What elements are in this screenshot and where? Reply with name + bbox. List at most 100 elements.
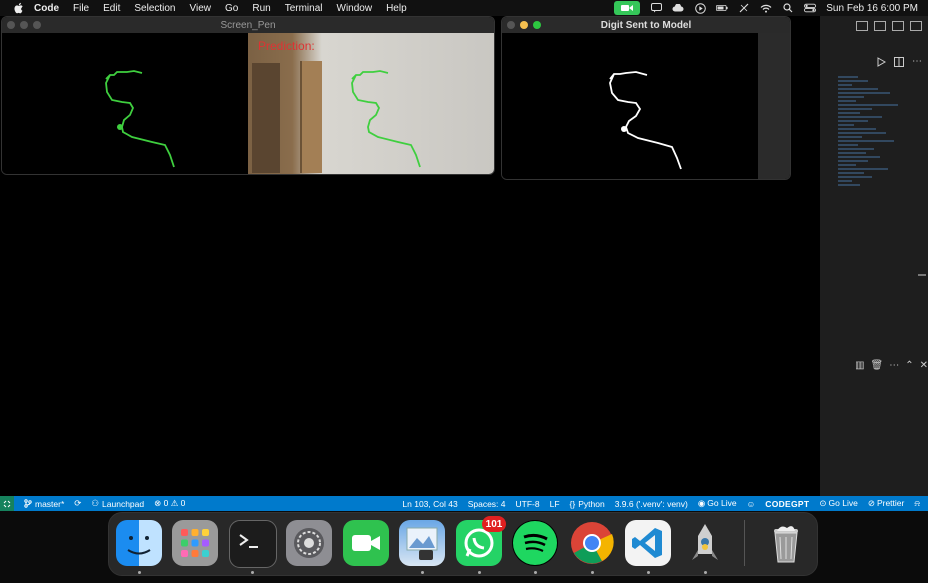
python-launcher-running-dot [704, 571, 707, 574]
run-icon[interactable] [877, 56, 886, 67]
remote-indicator-icon[interactable] [0, 496, 14, 511]
check-double-icon: ⊘ [867, 498, 875, 508]
vscode-running-dot [647, 571, 650, 574]
panel-toggle-icon[interactable] [892, 21, 904, 31]
drawn-digit-stroke [105, 70, 175, 168]
screen-pen-title: Screen_Pen [220, 19, 276, 31]
facetime-indicator-icon[interactable] [614, 1, 641, 15]
pen-off-icon[interactable] [738, 2, 750, 14]
play-circle-icon[interactable] [694, 2, 706, 14]
menu-help[interactable]: Help [386, 3, 407, 14]
panel-more-icon[interactable]: ⋯ [889, 360, 899, 371]
preview-icon[interactable] [399, 520, 445, 566]
go-live-item-2[interactable]: ⊙ Go Live [819, 498, 857, 509]
chat-icon[interactable] [650, 2, 662, 14]
finder-running-dot [138, 571, 141, 574]
spotify-icon[interactable] [512, 520, 558, 566]
panel-split-icon[interactable]: ▥ [855, 360, 864, 371]
digit-stroke [609, 71, 682, 170]
vscode-right-pane: ⋯ ▥ 🗑 ⋯ ⌃ ✕ [820, 16, 928, 496]
menu-go[interactable]: Go [225, 3, 238, 14]
menu-file[interactable]: File [73, 3, 89, 14]
digit-titlebar[interactable]: Digit Sent to Model [502, 17, 790, 33]
indentation[interactable]: Spaces: 4 [468, 499, 506, 509]
encoding[interactable]: UTF-8 [516, 499, 540, 509]
whatsapp-running-dot [478, 571, 481, 574]
digit-window-title: Digit Sent to Model [600, 19, 692, 31]
trash-bin-icon[interactable] [763, 520, 809, 566]
battery-icon[interactable] [716, 2, 728, 14]
minimap[interactable] [838, 76, 908, 246]
editor-actions: ⋯ [877, 56, 922, 67]
launchpad-icon[interactable] [172, 520, 218, 566]
git-branch-icon [24, 499, 32, 508]
control-center-icon[interactable] [804, 2, 817, 14]
broadcast-icon: ◉ [697, 498, 706, 508]
facetime-icon[interactable] [343, 520, 389, 566]
menu-window[interactable]: Window [337, 3, 373, 14]
status-bar: master* ⟳ ⚇ Launchpad ⊗ 0 ⚠ 0 Ln 103, Co… [0, 496, 928, 511]
spotify-running-dot [534, 571, 537, 574]
braces-icon: {} [569, 498, 576, 509]
go-live-label-2: Go Live [828, 498, 858, 508]
more-actions-icon[interactable]: ⋯ [912, 56, 922, 67]
launchpad-item[interactable]: ⚇ Launchpad [91, 498, 144, 509]
wifi-icon[interactable] [760, 2, 772, 14]
python-launcher-icon[interactable] [682, 520, 728, 566]
python-interpreter[interactable]: 3.9.6 ('.venv': venv) [615, 499, 688, 509]
secondary-sidebar-icon[interactable] [910, 21, 922, 31]
language-mode[interactable]: {} Python [570, 499, 605, 509]
sidebar-toggle-icon[interactable] [874, 21, 886, 31]
cursor-position[interactable]: Ln 103, Col 43 [402, 499, 457, 509]
camera-digit-stroke [351, 70, 421, 168]
end-of-line[interactable]: LF [550, 499, 560, 509]
branch-name: master* [35, 498, 65, 509]
prettier-label: Prettier [876, 498, 905, 508]
chrome-running-dot [591, 571, 594, 574]
layout-icon[interactable] [856, 21, 868, 31]
chrome-icon[interactable] [569, 520, 615, 566]
system-settings-icon[interactable] [286, 520, 332, 566]
trash-icon[interactable]: 🗑 [871, 360, 884, 371]
notifications-bell-icon[interactable]: ⍾ [914, 498, 920, 509]
language-label: Python [578, 498, 605, 509]
codegpt-item[interactable]: CODEGPT [765, 499, 809, 509]
branch-item[interactable]: master* [24, 499, 64, 509]
menu-status-area: Sun Feb 16 6:00 PM [614, 0, 918, 16]
radio-icon: ⊙ [819, 498, 827, 508]
menu-datetime[interactable]: Sun Feb 16 6:00 PM [826, 3, 918, 14]
split-editor-icon[interactable] [894, 56, 904, 67]
problems-item[interactable]: ⊗ 0 ⚠ 0 [154, 498, 185, 509]
status-bar-right: Ln 103, Col 43 Spaces: 4 UTF-8 LF {} Pyt… [402, 496, 920, 511]
digit-window-side [758, 33, 790, 179]
go-live-item-1[interactable]: ◉ Go Live [698, 498, 737, 509]
screen-pen-window: Screen_Pen Prediction: [1, 16, 495, 175]
finder-icon[interactable] [116, 520, 162, 566]
sync-icon[interactable]: ⟳ [74, 498, 81, 509]
panel-controls: ▥ 🗑 ⋯ ⌃ ✕ [820, 358, 928, 372]
apple-icon[interactable] [12, 1, 26, 15]
menu-bar: Code File Edit Selection View Go Run Ter… [0, 0, 928, 16]
prettier-item[interactable]: ⊘ Prettier [868, 498, 905, 509]
menu-run[interactable]: Run [252, 3, 270, 14]
vscode-icon[interactable] [625, 520, 671, 566]
menu-app-name[interactable]: Code [34, 3, 59, 14]
scrollbar-thumb[interactable] [918, 274, 926, 276]
layout-controls [820, 16, 928, 36]
menu-view[interactable]: View [190, 3, 212, 14]
search-icon[interactable] [782, 2, 794, 14]
copilot-icon[interactable]: ☺ [747, 499, 756, 509]
close-icon[interactable]: ✕ [920, 360, 928, 371]
cloud-icon[interactable] [672, 2, 684, 14]
screen-pen-titlebar[interactable]: Screen_Pen [2, 17, 494, 33]
drawing-canvas[interactable] [2, 33, 248, 174]
menu-selection[interactable]: Selection [134, 3, 175, 14]
menu-terminal[interactable]: Terminal [285, 3, 323, 14]
chevron-up-icon[interactable]: ⌃ [905, 360, 913, 371]
preview-running-dot [421, 571, 424, 574]
terminal-icon[interactable] [229, 520, 277, 568]
terminal-running-dot [251, 571, 254, 574]
launchpad-label: Launchpad [102, 498, 145, 509]
menu-edit[interactable]: Edit [103, 3, 120, 14]
whatsapp-badge: 101 [482, 516, 506, 532]
